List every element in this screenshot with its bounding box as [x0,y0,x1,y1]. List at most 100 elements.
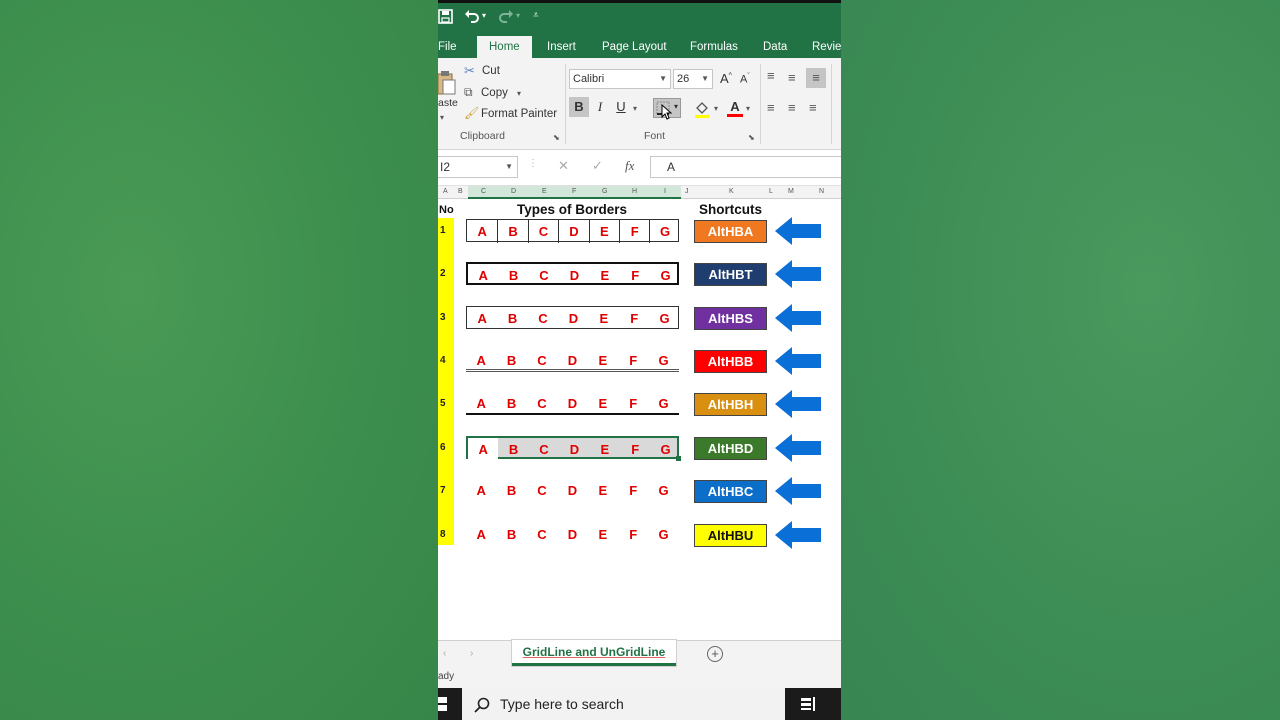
letter-cell[interactable]: F [620,264,650,287]
column-header-a[interactable]: A [443,188,448,195]
letter-cell[interactable]: B [497,307,527,330]
letter-cell[interactable]: C [527,523,557,546]
letter-cell[interactable]: C [529,264,559,287]
letter-cell[interactable]: F [618,349,648,372]
confirm-entry-icon[interactable]: ✓ [592,158,603,174]
letter-cell[interactable]: D [558,307,588,330]
letter-cell[interactable]: D [559,438,589,461]
border-example-row[interactable]: ABCDEFG [466,349,679,372]
italic-button[interactable]: I [590,97,610,117]
letter-cell[interactable]: C [527,392,557,415]
letter-cell[interactable]: E [590,438,620,461]
fill-color-dropdown-icon[interactable]: ▾ [714,104,718,113]
worksheet-grid[interactable]: No Types of Borders Shortcuts 1 A B C D E F G Al… [438,199,841,639]
paste-label[interactable]: aste [438,97,458,109]
chevron-down-icon[interactable]: ▼ [505,157,513,177]
letter-cell[interactable]: E [589,307,619,330]
align-right-icon[interactable]: ≡ [809,100,817,115]
letter-cell[interactable]: G [648,392,678,415]
letter-cell[interactable]: C [527,479,557,502]
align-top-icon[interactable]: ≡ [767,68,775,83]
border-example-row[interactable]: ABCDEFG [466,306,679,329]
next-sheet-icon[interactable]: › [470,648,473,659]
letter-cell[interactable]: A [466,349,496,372]
letter-cell[interactable]: D [559,264,589,287]
format-painter-button[interactable]: Format Painter [481,108,557,120]
letter-cell[interactable]: B [496,392,526,415]
tab-formulas[interactable]: Formulas [690,36,738,58]
letter-cell[interactable]: D [558,220,588,243]
clipboard-launcher-icon[interactable]: ⬊ [553,133,560,142]
border-example-row[interactable]: ABCDEFG [466,219,679,243]
letter-cell[interactable]: E [590,264,620,287]
letter-cell[interactable]: A [466,479,496,502]
copy-dropdown-icon[interactable]: ▾ [517,89,521,98]
letter-cell[interactable]: G [648,523,678,546]
column-header-b[interactable]: B [458,188,463,195]
letter-cell[interactable]: A [468,264,498,287]
letter-cell[interactable]: B [498,264,528,287]
column-header-f[interactable]: F [572,188,576,195]
column-header-g[interactable]: G [602,188,607,195]
letter-cell[interactable]: F [620,438,650,461]
letter-cell[interactable]: G [649,220,679,243]
task-view-icon[interactable] [800,697,816,711]
save-icon[interactable] [438,9,454,25]
redo-dropdown-icon[interactable]: ▾ [516,11,520,20]
letter-cell[interactable]: E [588,349,618,372]
border-example-row[interactable]: ABCDEFG [466,479,679,502]
letter-cell[interactable]: D [557,479,587,502]
letter-cell[interactable]: B [496,349,526,372]
letter-cell[interactable]: C [527,220,558,243]
paste-icon[interactable] [438,70,458,96]
undo-icon[interactable] [464,8,480,24]
column-header-e[interactable]: E [542,188,547,195]
bold-button[interactable]: B [569,97,589,117]
column-header-l[interactable]: L [769,188,773,195]
letter-cell[interactable]: C [527,349,557,372]
letter-cell[interactable]: F [618,523,648,546]
previous-sheet-icon[interactable]: ‹ [443,648,446,659]
column-header-k[interactable]: K [729,188,734,195]
font-launcher-icon[interactable]: ⬊ [748,133,755,142]
letter-cell[interactable]: F [618,392,648,415]
align-bottom-icon[interactable]: ≡ [806,68,826,88]
letter-cell[interactable]: B [498,438,528,461]
align-center-icon[interactable]: ≡ [788,100,796,115]
column-header-m[interactable]: M [788,188,794,195]
border-example-row[interactable]: ABCDEFG [466,392,679,415]
border-example-row[interactable]: ABCDEFG [466,436,681,461]
fill-color-icon[interactable] [694,100,710,118]
letter-cell[interactable]: A [468,438,499,461]
border-example-row[interactable]: ABCDEFG [466,262,679,285]
align-left-icon[interactable]: ≡ [767,100,775,115]
paste-dropdown-icon[interactable]: ▾ [440,113,444,122]
letter-cell[interactable]: C [528,307,558,330]
letter-cell[interactable]: E [588,220,619,243]
letter-cell[interactable]: G [650,264,680,287]
letter-cell[interactable]: F [619,307,649,330]
font-name-combo[interactable]: Calibri ▼ [569,69,671,89]
tab-insert[interactable]: Insert [547,36,576,58]
name-box[interactable]: I2 ▼ [438,156,518,178]
font-color-dropdown-icon[interactable]: ▾ [746,104,750,113]
column-header-j[interactable]: J [685,188,689,195]
taskbar-search-box[interactable]: Type here to search [462,688,785,720]
letter-cell[interactable]: E [588,392,618,415]
column-header-n[interactable]: N [819,188,824,195]
column-header-i[interactable]: I [664,188,666,195]
tab-home[interactable]: Home [477,36,532,58]
letter-cell[interactable]: F [618,479,648,502]
letter-cell[interactable]: A [467,307,497,330]
redo-icon[interactable] [498,8,514,24]
letter-cell[interactable]: D [557,349,587,372]
column-header-c[interactable]: C [481,188,486,195]
tab-review[interactable]: Revie [812,36,841,58]
borders-dropdown-icon[interactable]: ▾ [674,102,678,111]
letter-cell[interactable]: G [649,307,679,330]
letter-cell[interactable]: D [557,523,587,546]
customize-quick-access-icon[interactable]: ⩡ [533,10,539,21]
tab-file[interactable]: File [438,36,457,58]
letter-cell[interactable]: A [466,523,496,546]
increase-font-size-icon[interactable]: A^ [720,71,732,86]
